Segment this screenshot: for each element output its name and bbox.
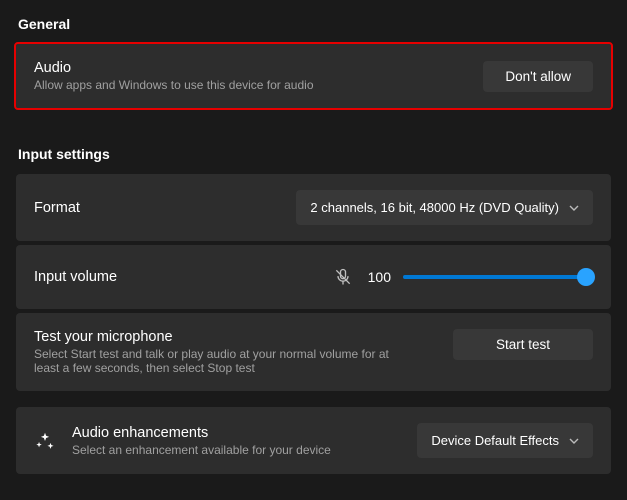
audio-subtitle: Allow apps and Windows to use this devic… [34,78,314,92]
chevron-down-icon [569,436,579,446]
dont-allow-button[interactable]: Don't allow [483,61,593,92]
microphone-muted-icon[interactable] [333,267,353,287]
mictest-labels: Test your microphone Select Start test a… [34,329,394,375]
format-label: Format [34,200,80,216]
format-dropdown[interactable]: 2 channels, 16 bit, 48000 Hz (DVD Qualit… [296,190,593,225]
format-selected: 2 channels, 16 bit, 48000 Hz (DVD Qualit… [310,200,559,215]
input-volume-label: Input volume [34,269,117,285]
enhancements-subtitle: Select an enhancement available for your… [72,443,401,457]
enhancements-selected: Device Default Effects [431,433,559,448]
mictest-title: Test your microphone [34,329,394,345]
mictest-subtitle: Select Start test and talk or play audio… [34,347,394,375]
slider-thumb[interactable] [577,268,595,286]
slider-track [403,275,593,279]
volume-controls: 100 [333,267,593,287]
enhancements-labels: Audio enhancements Select an enhancement… [72,425,401,457]
audio-enhancements-card: Audio enhancements Select an enhancement… [16,407,611,474]
audio-labels: Audio Allow apps and Windows to use this… [34,60,314,92]
audio-title: Audio [34,60,314,76]
start-test-button[interactable]: Start test [453,329,593,360]
input-settings-header: Input settings [18,146,611,162]
volume-slider[interactable] [403,269,593,285]
chevron-down-icon [569,203,579,213]
audio-allow-card: Audio Allow apps and Windows to use this… [16,44,611,108]
test-microphone-card: Test your microphone Select Start test a… [16,313,611,391]
volume-value: 100 [365,269,391,285]
input-volume-row: Input volume 100 [16,245,611,309]
format-row: Format 2 channels, 16 bit, 48000 Hz (DVD… [16,174,611,241]
enhancements-title: Audio enhancements [72,425,401,441]
general-header: General [18,16,611,32]
sparkle-icon [34,430,56,452]
enhancements-dropdown[interactable]: Device Default Effects [417,423,593,458]
